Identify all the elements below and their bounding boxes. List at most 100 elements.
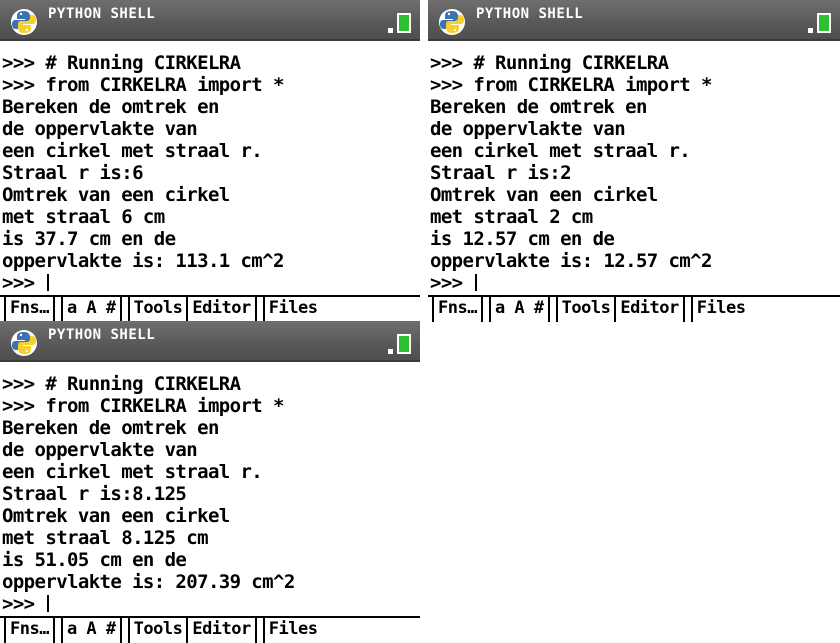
shell-line-text: een cirkel met straal r. [2, 461, 263, 483]
shell-line: oppervlakte is: 113.1 cm^2 [2, 250, 420, 272]
menu-tools-button[interactable]: Tools [555, 297, 615, 322]
shell-line-text: Bereken de omtrek en [430, 96, 647, 118]
softkey-menu-bar: Fns… a A # Tools Editor Files [0, 616, 420, 643]
shell-line: de oppervlakte van [2, 439, 420, 461]
shell-line: de oppervlakte van [430, 118, 840, 140]
shell-line-text: Omtrek van een cirkel [2, 505, 230, 527]
battery-icon [388, 13, 411, 33]
shell-line-text: Omtrek van een cirkel [430, 184, 658, 206]
shell-line-text: Omtrek van een cirkel [2, 184, 230, 206]
shell-line-text: >>> from CIRKELRA import * [2, 395, 284, 417]
shell-line: met straal 2 cm [430, 206, 840, 228]
shell-line: >>> [2, 593, 420, 615]
python-shell-screen-3: PYTHON SHELL >>> # Running CIRKELRA >>> f… [0, 321, 420, 643]
menu-editor-button[interactable]: Editor [186, 618, 257, 643]
menu-fns-button[interactable]: Fns… [4, 618, 55, 643]
shell-line-text: >>> # Running CIRKELRA [2, 373, 241, 395]
shell-line: is 51.05 cm en de [2, 549, 420, 571]
menu-alpha-button[interactable]: a A # [60, 618, 122, 643]
menu-editor-button[interactable]: Editor [614, 297, 685, 322]
shell-line-text: Straal r is:6 [2, 162, 144, 184]
text-cursor [47, 274, 50, 291]
menu-editor-button[interactable]: Editor [186, 297, 257, 322]
app-title: PYTHON SHELL [48, 327, 156, 343]
shell-line: Bereken de omtrek en [2, 417, 420, 439]
shell-line-text: een cirkel met straal r. [430, 140, 691, 162]
title-bar: PYTHON SHELL [428, 0, 840, 41]
python-shell-screen-1: PYTHON SHELL >>> # Running CIRKELRA >>> f… [0, 0, 420, 322]
python-logo-icon [11, 9, 37, 35]
shell-line-text: een cirkel met straal r. [2, 140, 263, 162]
shell-line-text: oppervlakte is: 207.39 cm^2 [2, 571, 295, 593]
shell-line: een cirkel met straal r. [430, 140, 840, 162]
shell-line: >>> from CIRKELRA import * [2, 395, 420, 417]
shell-line-text: met straal 6 cm [2, 206, 165, 228]
shell-line: een cirkel met straal r. [2, 140, 420, 162]
shell-line: oppervlakte is: 12.57 cm^2 [430, 250, 840, 272]
menu-fns-button[interactable]: Fns… [4, 297, 55, 322]
menu-files-button[interactable]: Files [262, 618, 322, 643]
shell-line-text: Bereken de omtrek en [2, 417, 219, 439]
battery-icon [388, 334, 411, 354]
shell-line-text: oppervlakte is: 113.1 cm^2 [2, 250, 284, 272]
shell-line: oppervlakte is: 207.39 cm^2 [2, 571, 420, 593]
shell-line-text: is 12.57 cm en de [430, 228, 615, 250]
shell-line: de oppervlakte van [2, 118, 420, 140]
shell-line-text: >>> [2, 593, 46, 615]
shell-line: >>> # Running CIRKELRA [2, 52, 420, 74]
shell-line-text: is 51.05 cm en de [2, 549, 187, 571]
app-title: PYTHON SHELL [48, 6, 156, 22]
shell-line: is 12.57 cm en de [430, 228, 840, 250]
softkey-menu-bar: Fns… a A # Tools Editor Files [428, 295, 840, 322]
softkey-menu-bar: Fns… a A # Tools Editor Files [0, 295, 420, 322]
shell-line-text: Bereken de omtrek en [2, 96, 219, 118]
shell-line: >>> [430, 272, 840, 294]
shell-line: Straal r is:2 [430, 162, 840, 184]
shell-line: >>> # Running CIRKELRA [2, 373, 420, 395]
menu-alpha-button[interactable]: a A # [60, 297, 122, 322]
shell-line: Omtrek van een cirkel [430, 184, 840, 206]
shell-line-text: met straal 8.125 cm [2, 527, 209, 549]
text-cursor [475, 274, 478, 291]
shell-line: >>> from CIRKELRA import * [430, 74, 840, 96]
shell-line: met straal 8.125 cm [2, 527, 420, 549]
shell-line-text: >>> from CIRKELRA import * [2, 74, 284, 96]
menu-tools-button[interactable]: Tools [127, 297, 187, 322]
shell-line: >>> # Running CIRKELRA [430, 52, 840, 74]
shell-line-text: de oppervlakte van [430, 118, 626, 140]
shell-line-text: de oppervlakte van [2, 118, 198, 140]
shell-line: Straal r is:6 [2, 162, 420, 184]
shell-line: met straal 6 cm [2, 206, 420, 228]
shell-line-text: >>> # Running CIRKELRA [430, 52, 669, 74]
shell-line: >>> [2, 272, 420, 294]
shell-output[interactable]: >>> # Running CIRKELRA >>> from CIRKELRA … [428, 42, 840, 294]
shell-line-text: is 37.7 cm en de [2, 228, 176, 250]
shell-line: een cirkel met straal r. [2, 461, 420, 483]
shell-line-text: >>> from CIRKELRA import * [430, 74, 712, 96]
menu-files-button[interactable]: Files [262, 297, 322, 322]
shell-line-text: Straal r is:2 [430, 162, 572, 184]
menu-files-button[interactable]: Files [690, 297, 750, 322]
shell-line-text: >>> [2, 272, 46, 294]
shell-line: is 37.7 cm en de [2, 228, 420, 250]
text-cursor [47, 595, 50, 612]
shell-line: Bereken de omtrek en [2, 96, 420, 118]
menu-fns-button[interactable]: Fns… [432, 297, 483, 322]
shell-line-text: Straal r is:8.125 [2, 483, 187, 505]
python-logo-icon [439, 9, 465, 35]
shell-output[interactable]: >>> # Running CIRKELRA >>> from CIRKELRA … [0, 42, 420, 294]
shell-output[interactable]: >>> # Running CIRKELRA >>> from CIRKELRA … [0, 363, 420, 615]
app-title: PYTHON SHELL [476, 6, 584, 22]
title-bar: PYTHON SHELL [0, 0, 420, 41]
menu-alpha-button[interactable]: a A # [488, 297, 550, 322]
python-shell-screen-2: PYTHON SHELL >>> # Running CIRKELRA >>> f… [428, 0, 840, 322]
shell-line: Omtrek van een cirkel [2, 505, 420, 527]
shell-line: Omtrek van een cirkel [2, 184, 420, 206]
shell-line: Straal r is:8.125 [2, 483, 420, 505]
battery-icon [808, 13, 831, 33]
shell-line-text: >>> # Running CIRKELRA [2, 52, 241, 74]
shell-line-text: oppervlakte is: 12.57 cm^2 [430, 250, 712, 272]
shell-line: Bereken de omtrek en [430, 96, 840, 118]
shell-line: >>> from CIRKELRA import * [2, 74, 420, 96]
menu-tools-button[interactable]: Tools [127, 618, 187, 643]
